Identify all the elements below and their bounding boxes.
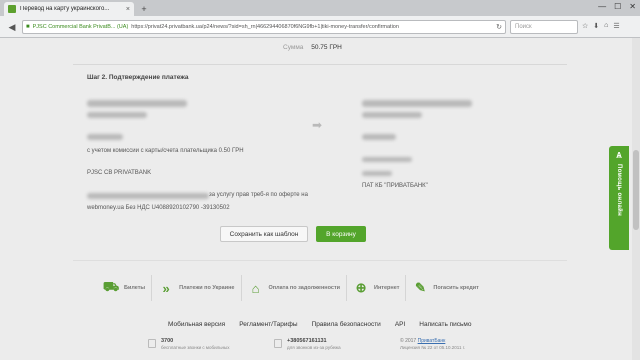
category-label: Оплата по задолженности xyxy=(268,285,341,291)
footer-link-mobile[interactable]: Мобильная версия xyxy=(168,321,225,328)
save-template-button[interactable]: Сохранить как шаблон xyxy=(220,226,308,242)
navigation-toolbar: ◀ ■ PJSC Commercial Bank PrivatB... (UA)… xyxy=(0,16,640,38)
favicon-icon xyxy=(8,5,16,13)
maximize-button[interactable]: ☐ xyxy=(614,2,621,11)
copyright-year: © 2017 xyxy=(400,338,417,344)
privatbank-link[interactable]: ПриватБанк xyxy=(418,338,446,344)
lock-icon: ■ xyxy=(26,24,30,30)
footer-link-write[interactable]: Написать письмо xyxy=(419,321,471,328)
short-phone: 3700 бесплатные звонки с мобильных xyxy=(148,338,230,350)
sender-bank: PJSC CB PRIVATBANK xyxy=(87,170,152,176)
debt-payment-icon: ⌂ xyxy=(251,280,260,296)
recipient-info-redacted xyxy=(362,157,412,162)
internet-icon: ⊕ xyxy=(355,280,367,295)
license-text: Лицензия № 22 от 05.10.2011 г. xyxy=(400,345,466,350)
page-body: Сумма 50.75 ГРН Шаг 2. Подтверждение пла… xyxy=(0,38,640,360)
recipient-bank: ПАТ КБ "ПРИВАТБАНК" xyxy=(362,183,428,189)
reload-icon[interactable]: ↻ xyxy=(496,23,502,31)
short-phone-caption: бесплатные звонки с мобильных xyxy=(161,345,230,350)
browser-tabbar: Перевод на карту украинского... × + — ☐ … xyxy=(0,0,640,16)
toolbar-icons: ☆ ⬇ ⌂ ☰ xyxy=(582,22,620,30)
footer-link-security[interactable]: Правила безопасности xyxy=(312,321,381,328)
download-icon[interactable]: ⬇ xyxy=(593,22,599,30)
recipient-code-redacted xyxy=(362,171,392,176)
new-tab-button[interactable]: + xyxy=(138,4,150,14)
sender-name-redacted xyxy=(87,100,187,107)
long-phone-number: +380567161131 xyxy=(287,338,327,344)
sum-row: Сумма 50.75 ГРН xyxy=(283,44,342,51)
copyright: © 2017 ПриватБанк Лицензия № 22 от 05.10… xyxy=(400,338,465,350)
online-help-label: Помощь онлайн xyxy=(616,164,622,216)
category-payments-ukraine[interactable]: » Платежи по Украине xyxy=(152,275,242,301)
close-window-button[interactable]: ✕ xyxy=(629,2,636,11)
browser-tab[interactable]: Перевод на карту украинского... × xyxy=(4,2,134,16)
home-icon[interactable]: ⌂ xyxy=(604,22,608,30)
category-label: Интернет xyxy=(374,285,400,291)
sum-value: 50.75 ГРН xyxy=(311,44,342,51)
footer-info: 3700 бесплатные звонки с мобильных +3805… xyxy=(148,338,508,358)
url-text: https://privat24.privatbank.ua/p24/news/… xyxy=(131,24,399,30)
payment-panel: Сумма 50.75 ГРН Шаг 2. Подтверждение пла… xyxy=(73,38,567,298)
site-identity: PJSC Commercial Bank PrivatB... (UA) xyxy=(32,24,129,30)
tab-title: Перевод на карту украинского... xyxy=(20,6,110,12)
help-icon: Ѧ xyxy=(616,151,622,160)
category-label: Платежи по Украине xyxy=(179,285,235,291)
sender-amount-redacted xyxy=(87,134,123,140)
arrow-right-icon: ➡ xyxy=(312,118,323,132)
online-help-tab[interactable]: Ѧ Помощь онлайн xyxy=(609,146,629,250)
offer-text: за услугу прав треб-я по оферте на xyxy=(209,192,308,198)
purpose-redacted xyxy=(87,193,209,199)
star-icon[interactable]: ☆ xyxy=(582,22,588,30)
short-phone-number: 3700 xyxy=(161,338,174,344)
category-credit[interactable]: ✎ Погасить кредит xyxy=(406,275,484,301)
long-phone: +380567161131 для звонков из-за рубежа xyxy=(274,338,341,350)
purpose-details: webmoney.ua Без НДС U408892010279​0 -391… xyxy=(87,205,230,211)
menu-icon[interactable]: ☰ xyxy=(613,22,619,30)
back-button[interactable]: ◀ xyxy=(6,21,18,33)
scroll-thumb[interactable] xyxy=(633,150,639,230)
tickets-icon: ⛟ xyxy=(102,279,120,294)
payments-ukraine-icon: » xyxy=(162,280,170,296)
recipient-card-redacted xyxy=(362,112,422,118)
footer-links: Мобильная версия Регламент/Тарифы Правил… xyxy=(168,321,472,328)
category-label: Погасить кредит xyxy=(433,285,479,291)
add-to-cart-button[interactable]: В корзину xyxy=(316,226,366,242)
sum-label: Сумма xyxy=(283,44,304,51)
footer-link-tariffs[interactable]: Регламент/Тарифы xyxy=(239,321,297,328)
category-bar: ⛟ Билеты » Платежи по Украине ⌂ Оплата п… xyxy=(97,275,529,301)
page-scrollbar[interactable] xyxy=(632,38,640,360)
category-debt-payment[interactable]: ⌂ Оплата по задолженности xyxy=(242,275,348,301)
long-phone-caption: для звонков из-за рубежа xyxy=(287,345,341,350)
footer-link-api[interactable]: API xyxy=(395,321,405,328)
credit-icon: ✎ xyxy=(414,280,426,295)
step-title: Шаг 2. Подтверждение платежа xyxy=(87,74,189,81)
sender-card-redacted xyxy=(87,112,147,118)
commission-text: с учетом комиссии с карты/счета плательщ… xyxy=(87,148,244,154)
tab-close-icon[interactable]: × xyxy=(126,6,130,13)
window-controls: — ☐ ✕ xyxy=(598,2,636,11)
divider xyxy=(73,260,567,261)
recipient-name-redacted xyxy=(362,100,472,107)
category-internet[interactable]: ⊕ Интернет xyxy=(347,275,407,301)
recipient-amount-redacted xyxy=(362,134,396,140)
address-bar[interactable]: ■ PJSC Commercial Bank PrivatB... (UA) h… xyxy=(22,20,506,34)
mobile-phone-icon xyxy=(148,339,156,348)
phone-icon xyxy=(274,339,282,348)
search-input[interactable]: Поиск xyxy=(510,20,578,34)
minimize-button[interactable]: — xyxy=(598,2,606,11)
category-label: Билеты xyxy=(124,285,146,291)
divider xyxy=(73,64,567,65)
category-tickets[interactable]: ⛟ Билеты xyxy=(97,275,153,301)
